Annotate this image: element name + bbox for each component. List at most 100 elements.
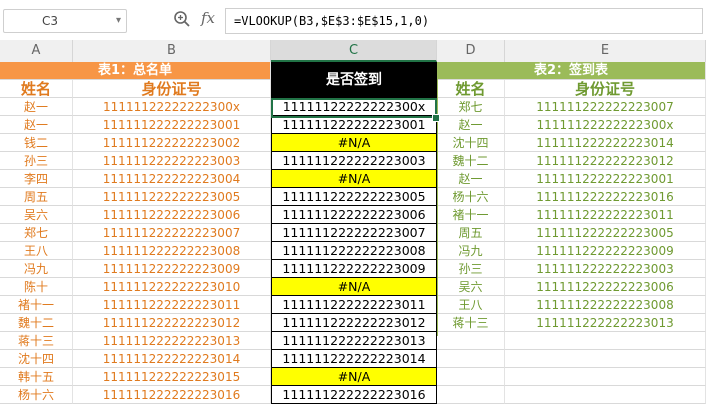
table1-name-cell[interactable]: 赵一 bbox=[0, 98, 73, 116]
signin-result-cell[interactable]: 111111222222223013 bbox=[271, 332, 437, 350]
table1-name-cell[interactable]: 杨十六 bbox=[0, 386, 73, 404]
table1-name-cell[interactable]: 李四 bbox=[0, 170, 73, 188]
table2-name-cell[interactable]: 王八 bbox=[437, 296, 505, 314]
table2-name-cell[interactable]: 孙三 bbox=[437, 260, 505, 278]
table2-id-cell[interactable]: 111111222222223011 bbox=[505, 206, 706, 224]
signin-header[interactable]: 是否签到 bbox=[271, 62, 437, 98]
table1-name-cell[interactable]: 郑七 bbox=[0, 224, 73, 242]
signin-result-cell[interactable]: 111111222222223003 bbox=[271, 152, 437, 170]
empty-cell[interactable] bbox=[505, 368, 706, 386]
table1-name-cell[interactable]: 魏十二 bbox=[0, 314, 73, 332]
table1-name-cell[interactable]: 钱二 bbox=[0, 134, 73, 152]
table1-id-cell[interactable]: 111111222222223008 bbox=[73, 242, 271, 260]
table2-id-cell[interactable]: 111111222222223013 bbox=[505, 314, 706, 332]
table2-name-cell[interactable]: 杨十六 bbox=[437, 188, 505, 206]
table1-name-cell[interactable]: 蒋十三 bbox=[0, 332, 73, 350]
table1-id-cell[interactable]: 111111222222223016 bbox=[73, 386, 271, 404]
signin-result-cell[interactable]: 111111222222223001 bbox=[271, 116, 437, 134]
table1-name-cell[interactable]: 韩十五 bbox=[0, 368, 73, 386]
table2-name-cell[interactable]: 赵一 bbox=[437, 170, 505, 188]
table2-header-id[interactable]: 身份证号 bbox=[505, 80, 706, 98]
signin-result-cell[interactable]: 111111222222223008 bbox=[271, 242, 437, 260]
table1-header-id[interactable]: 身份证号 bbox=[73, 80, 271, 98]
table1-name-cell[interactable]: 陈十 bbox=[0, 278, 73, 296]
table1-id-cell[interactable]: 111111222222223001 bbox=[73, 116, 271, 134]
table2-name-cell[interactable]: 郑七 bbox=[437, 98, 505, 116]
table2-header-name[interactable]: 姓名 bbox=[437, 80, 505, 98]
table1-id-cell[interactable]: 111111222222223002 bbox=[73, 134, 271, 152]
signin-result-cell[interactable]: 111111222222223012 bbox=[271, 314, 437, 332]
signin-result-cell[interactable]: 111111222222223011 bbox=[271, 296, 437, 314]
table2-id-cell[interactable]: 111111222222223012 bbox=[505, 152, 706, 170]
table2-name-cell[interactable]: 周五 bbox=[437, 224, 505, 242]
table1-id-cell[interactable]: 111111222222223005 bbox=[73, 188, 271, 206]
table2-name-cell[interactable]: 赵一 bbox=[437, 116, 505, 134]
signin-result-cell[interactable]: 111111222222223005 bbox=[271, 188, 437, 206]
column-header-b[interactable]: B bbox=[73, 40, 271, 62]
formula-input[interactable]: =VLOOKUP(B3,$E$3:$E$15,1,0) bbox=[225, 8, 703, 34]
table1-id-cell[interactable]: 111111222222223010 bbox=[73, 278, 271, 296]
empty-cell[interactable] bbox=[505, 386, 706, 404]
table1-title[interactable]: 表1：总名单 bbox=[0, 62, 271, 80]
table2-id-cell[interactable]: 111111222222223001 bbox=[505, 170, 706, 188]
empty-cell[interactable] bbox=[437, 332, 505, 350]
signin-result-cell[interactable]: #N/A bbox=[271, 134, 437, 152]
table1-id-cell[interactable]: 111111222222223012 bbox=[73, 314, 271, 332]
column-header-c[interactable]: C bbox=[271, 40, 437, 62]
fill-handle[interactable] bbox=[432, 114, 440, 122]
table1-id-cell[interactable]: 111111222222223011 bbox=[73, 296, 271, 314]
signin-result-cell[interactable]: 111111222222223016 bbox=[271, 386, 437, 404]
table1-id-cell[interactable]: 111111222222223013 bbox=[73, 332, 271, 350]
signin-result-cell[interactable]: 111111222222223009 bbox=[271, 260, 437, 278]
table2-name-cell[interactable]: 沈十四 bbox=[437, 134, 505, 152]
signin-result-cell[interactable]: #N/A bbox=[271, 170, 437, 188]
table2-id-cell[interactable]: 111111222222223014 bbox=[505, 134, 706, 152]
table1-name-cell[interactable]: 吴六 bbox=[0, 206, 73, 224]
table2-id-cell[interactable]: 111111222222223006 bbox=[505, 278, 706, 296]
table2-id-cell[interactable]: 111111222222223003 bbox=[505, 260, 706, 278]
signin-result-cell[interactable]: #N/A bbox=[271, 278, 437, 296]
table2-name-cell[interactable]: 魏十二 bbox=[437, 152, 505, 170]
table1-name-cell[interactable]: 冯九 bbox=[0, 260, 73, 278]
table1-id-cell[interactable]: 111111222222223014 bbox=[73, 350, 271, 368]
empty-cell[interactable] bbox=[505, 332, 706, 350]
table1-name-cell[interactable]: 周五 bbox=[0, 188, 73, 206]
table1-name-cell[interactable]: 赵一 bbox=[0, 116, 73, 134]
table1-name-cell[interactable]: 王八 bbox=[0, 242, 73, 260]
table1-name-cell[interactable]: 褚十一 bbox=[0, 296, 73, 314]
table2-id-cell[interactable]: 111111222222223007 bbox=[505, 98, 706, 116]
table2-id-cell[interactable]: 111111222222223016 bbox=[505, 188, 706, 206]
column-header-a[interactable]: A bbox=[0, 40, 73, 62]
table2-id-cell[interactable]: 111111222222223009 bbox=[505, 242, 706, 260]
column-header-d[interactable]: D bbox=[437, 40, 505, 62]
table1-id-cell[interactable]: 111111222222223006 bbox=[73, 206, 271, 224]
chevron-down-icon[interactable]: ▾ bbox=[116, 15, 121, 26]
table1-id-cell[interactable]: 111111222222223007 bbox=[73, 224, 271, 242]
table1-id-cell[interactable]: 111111222222223015 bbox=[73, 368, 271, 386]
signin-result-cell[interactable]: 111111222222223014 bbox=[271, 350, 437, 368]
empty-cell[interactable] bbox=[437, 368, 505, 386]
table1-id-cell[interactable]: 111111222222223009 bbox=[73, 260, 271, 278]
signin-result-cell[interactable]: #N/A bbox=[271, 368, 437, 386]
table1-name-cell[interactable]: 沈十四 bbox=[0, 350, 73, 368]
zoom-icon[interactable] bbox=[173, 10, 191, 28]
table2-name-cell[interactable]: 吴六 bbox=[437, 278, 505, 296]
name-box[interactable]: C3 ▾ bbox=[3, 9, 127, 33]
empty-cell[interactable] bbox=[437, 386, 505, 404]
empty-cell[interactable] bbox=[437, 350, 505, 368]
column-header-e[interactable]: E bbox=[505, 40, 706, 62]
table2-title[interactable]: 表2：签到表 bbox=[437, 62, 706, 80]
table1-id-cell[interactable]: 111111222222223003 bbox=[73, 152, 271, 170]
table1-header-name[interactable]: 姓名 bbox=[0, 80, 73, 98]
table2-name-cell[interactable]: 蒋十三 bbox=[437, 314, 505, 332]
table2-id-cell[interactable]: 111111222222223005 bbox=[505, 224, 706, 242]
table2-id-cell[interactable]: 111111222222223008 bbox=[505, 296, 706, 314]
fx-icon[interactable]: fx bbox=[201, 9, 215, 27]
signin-result-cell[interactable]: 111111222222223007 bbox=[271, 224, 437, 242]
table2-id-cell[interactable]: 11111122222222300x bbox=[505, 116, 706, 134]
table2-name-cell[interactable]: 褚十一 bbox=[437, 206, 505, 224]
table1-id-cell[interactable]: 11111122222222300x bbox=[73, 98, 271, 116]
table2-name-cell[interactable]: 冯九 bbox=[437, 242, 505, 260]
table1-id-cell[interactable]: 111111222222223004 bbox=[73, 170, 271, 188]
empty-cell[interactable] bbox=[505, 350, 706, 368]
